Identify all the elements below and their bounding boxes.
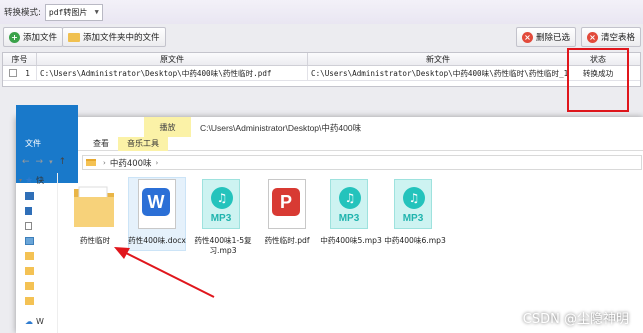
annotation-arrow-icon xyxy=(114,247,215,298)
watermark: CSDN @尘隐神明 xyxy=(522,312,629,327)
